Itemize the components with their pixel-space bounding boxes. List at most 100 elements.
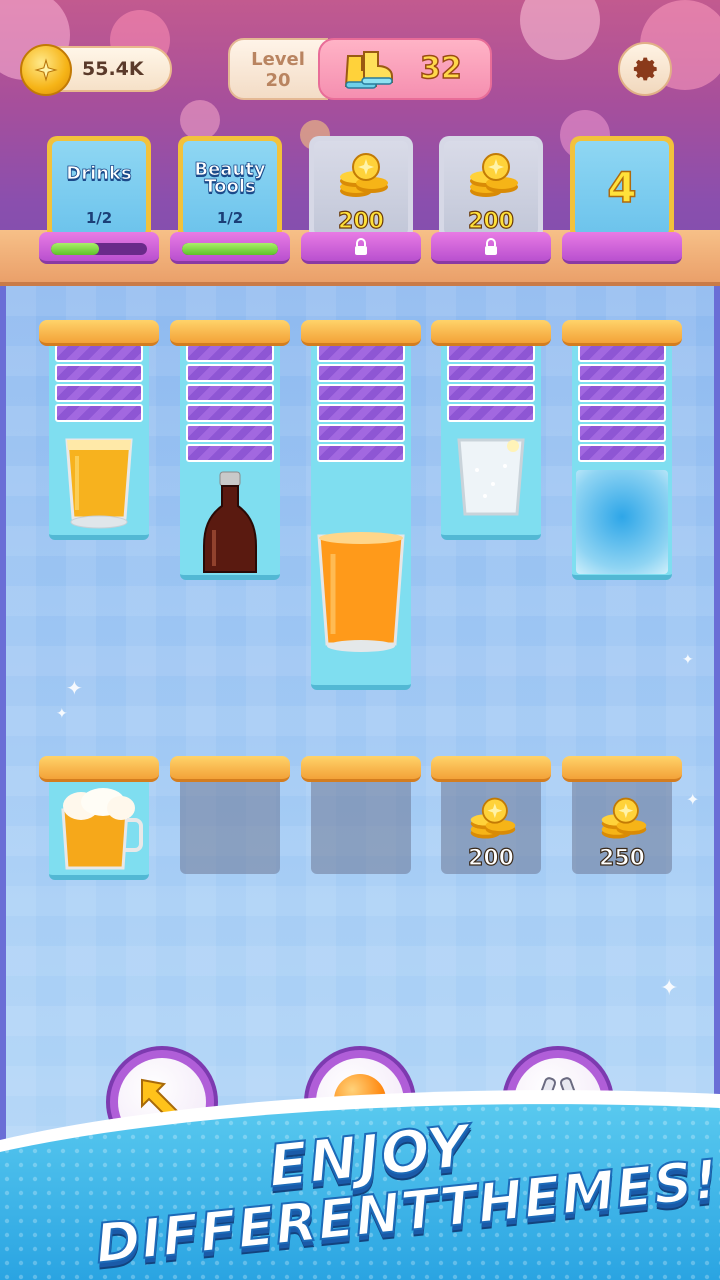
slot-unlock-cost: 200: [467, 845, 514, 871]
level-number: 20: [265, 70, 291, 91]
hidden-card: [317, 404, 405, 422]
hidden-card: [186, 344, 274, 362]
moves-counter: 32: [318, 38, 492, 100]
hidden-card: [186, 424, 274, 442]
sparkle-icon: ✦: [682, 652, 694, 668]
order-progress-bar: [51, 243, 147, 255]
order-progress-bar: [182, 243, 278, 255]
order-card-frame: 200: [309, 136, 413, 240]
frost-card-icon: [576, 470, 668, 574]
hidden-card: [578, 384, 666, 402]
order-card-face: 200: [444, 141, 538, 235]
slot-body: [49, 780, 149, 880]
hidden-card: [447, 344, 535, 362]
slot-cap: [301, 756, 421, 782]
slot-unlock-cost: 250: [598, 845, 645, 871]
order-base: [431, 232, 551, 264]
column-cap: [431, 320, 551, 346]
order-title-line2: Tools: [204, 176, 256, 197]
unlock-cost: 200: [467, 208, 514, 234]
slot-cap: [170, 756, 290, 782]
hidden-card: [186, 364, 274, 382]
slot-cap: [431, 756, 551, 782]
sparkle-icon: ✦: [66, 676, 83, 700]
lock-icon: [355, 238, 367, 255]
hidden-card: [578, 344, 666, 362]
hidden-card: [447, 364, 535, 382]
hidden-card: [55, 404, 143, 422]
order-card-frame: Drinks 1/2: [47, 136, 151, 240]
hidden-card: [578, 444, 666, 462]
level-label: Level: [251, 49, 305, 70]
hidden-card: [447, 404, 535, 422]
gear-icon: [633, 57, 657, 81]
slot-cap: [39, 756, 159, 782]
order-base: [562, 232, 682, 264]
column-body: [180, 344, 280, 580]
order-card-face: Drinks 1/2: [52, 141, 146, 235]
sparkle-icon: ✦: [686, 790, 700, 809]
order-card-frame: 4: [570, 136, 674, 240]
column-body: [311, 344, 411, 690]
level-indicator: Level 20: [228, 38, 328, 100]
hidden-card: [447, 384, 535, 402]
hidden-card: [578, 424, 666, 442]
slot-body-empty: [311, 780, 411, 874]
hidden-card: [55, 344, 143, 362]
order-base: [301, 232, 421, 264]
lock-icon: [485, 238, 497, 255]
remaining-orders-count: 4: [607, 162, 638, 213]
sparkle-icon: ✦: [660, 976, 679, 1001]
sparkle-icon: ✦: [56, 706, 68, 722]
cola-bottle-icon[interactable]: [200, 470, 260, 576]
order-base: [39, 232, 159, 264]
coin-balance-value: 55.4K: [82, 58, 144, 80]
column-cap: [562, 320, 682, 346]
order-title: Beauty Tools: [183, 160, 277, 197]
slot-cap: [562, 756, 682, 782]
column-body: [441, 344, 541, 540]
order-card-beauty-tools[interactable]: Beauty Tools 1/2: [170, 136, 290, 268]
coin-stack-icon: [340, 153, 388, 197]
column-cap: [39, 320, 159, 346]
column-body: [572, 344, 672, 580]
coin-stack-icon: [470, 797, 516, 839]
moves-count: 32: [419, 50, 462, 87]
foamy-beer-mug-icon[interactable]: [55, 786, 143, 874]
coin-stack-icon: [470, 153, 518, 197]
hidden-card: [578, 404, 666, 422]
order-card-locked-1[interactable]: 200: [301, 136, 421, 268]
hidden-card: [186, 404, 274, 422]
order-card-face: 4: [575, 141, 669, 235]
column-cap: [170, 320, 290, 346]
hidden-card: [317, 424, 405, 442]
hidden-card: [317, 364, 405, 382]
hidden-card: [317, 344, 405, 362]
boots-icon: [344, 51, 393, 89]
order-card-face: 200: [314, 141, 408, 235]
order-card-frame: Beauty Tools 1/2: [178, 136, 282, 240]
order-base: [170, 232, 290, 264]
order-progress-fill: [182, 243, 278, 255]
coin-balance[interactable]: 55.4K: [20, 44, 172, 96]
hidden-card: [55, 384, 143, 402]
orange-juice-glass-icon[interactable]: [315, 530, 407, 654]
hidden-card: [186, 384, 274, 402]
hidden-card: [55, 364, 143, 382]
order-title: Drinks: [66, 163, 132, 184]
column-body: [49, 344, 149, 540]
order-progress-fill: [51, 243, 99, 255]
hidden-card: [186, 444, 274, 462]
order-card-drinks[interactable]: Drinks 1/2: [39, 136, 159, 268]
settings-button[interactable]: [618, 42, 672, 96]
slot-body-locked: 250: [572, 780, 672, 874]
order-progress-text: 1/2: [216, 209, 244, 227]
hidden-card: [317, 384, 405, 402]
beer-glass-icon[interactable]: [61, 436, 137, 530]
order-card-remaining[interactable]: 4: [562, 136, 682, 268]
soda-water-glass-icon[interactable]: [453, 436, 529, 522]
hidden-card: [317, 444, 405, 462]
column-cap: [301, 320, 421, 346]
order-card-face: Beauty Tools 1/2: [183, 141, 277, 235]
order-card-locked-2[interactable]: 200: [431, 136, 551, 268]
